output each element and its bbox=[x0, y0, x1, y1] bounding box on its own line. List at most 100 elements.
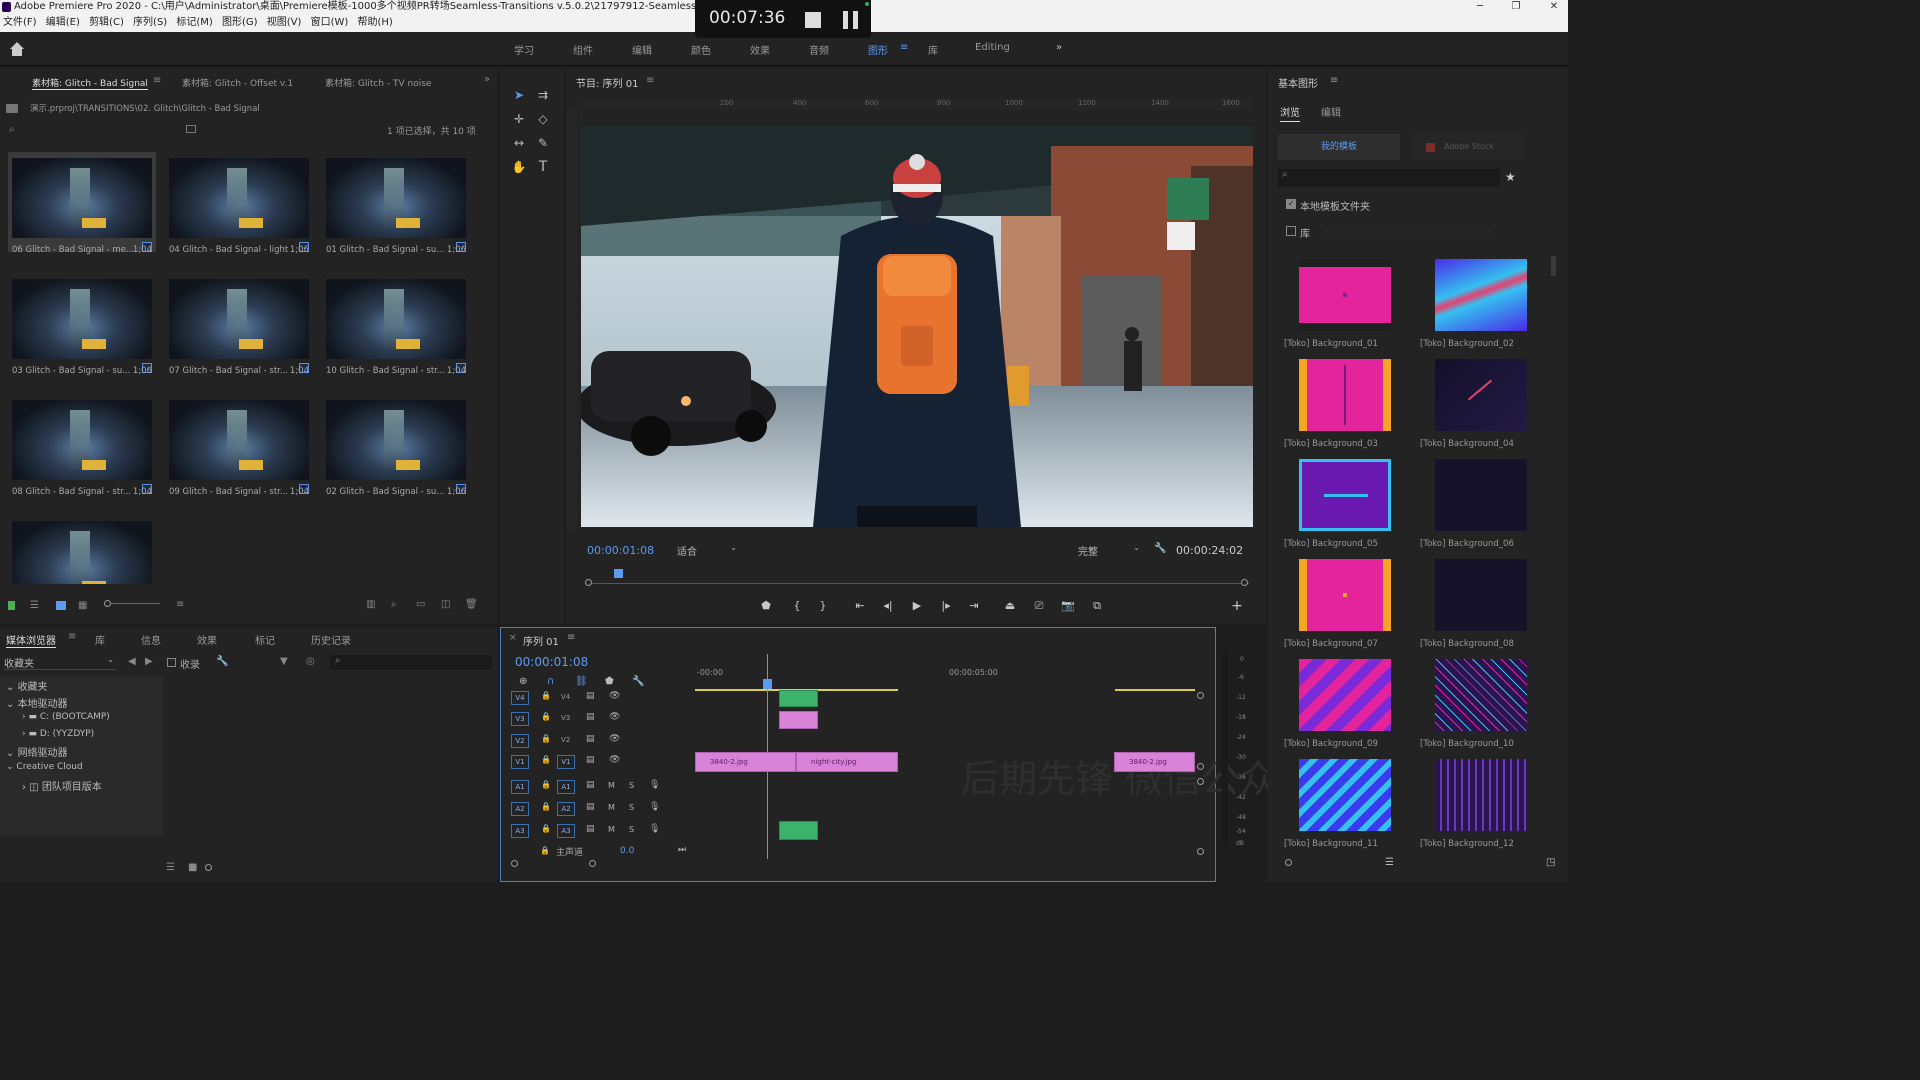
stop-recording-button[interactable] bbox=[805, 12, 821, 28]
sync-lock-icon[interactable]: ▤ bbox=[586, 755, 595, 765]
tree-item-creative-cloud[interactable]: ⌄ Creative Cloud bbox=[6, 762, 83, 772]
go-to-in-icon[interactable]: ⇤ bbox=[852, 598, 868, 614]
bin-item[interactable]: 03 Glitch - Bad Signal - su... 1;06 bbox=[8, 273, 156, 376]
track-target[interactable]: V3 bbox=[511, 712, 529, 726]
bin-item[interactable]: 07 Glitch - Bad Signal - str... 1;04 bbox=[165, 273, 313, 376]
menu-marker[interactable]: 标记(M) bbox=[173, 14, 215, 32]
mute-button[interactable]: M bbox=[608, 781, 615, 790]
mark-out-icon[interactable]: } bbox=[815, 598, 831, 614]
timeline-settings-icon[interactable]: 🔧 bbox=[632, 676, 644, 687]
sync-lock-icon[interactable]: ▤ bbox=[586, 691, 595, 701]
workspace-editing-en[interactable]: Editing bbox=[975, 42, 1010, 53]
play-icon[interactable]: ▶ bbox=[909, 598, 925, 614]
trash-icon[interactable]: 🗑 bbox=[465, 599, 478, 610]
freeform-view-icon[interactable]: ▦ bbox=[78, 600, 87, 611]
solo-button[interactable]: S bbox=[629, 825, 634, 834]
vertical-scroll-handle[interactable] bbox=[1197, 778, 1204, 785]
mark-in-icon[interactable]: { bbox=[789, 598, 805, 614]
eye-icon[interactable]: 👁 bbox=[609, 755, 620, 765]
step-forward-icon[interactable]: |▸ bbox=[938, 598, 954, 614]
step-back-icon[interactable]: ◂| bbox=[880, 598, 896, 614]
microphone-icon[interactable]: 🎙 bbox=[649, 780, 660, 790]
lock-icon[interactable]: 🔒 bbox=[541, 734, 551, 743]
snap-icon[interactable]: ∩ bbox=[547, 676, 554, 687]
vertical-scroll-handle[interactable] bbox=[1197, 848, 1204, 855]
comparison-view-icon[interactable]: ⧉ bbox=[1089, 598, 1105, 614]
expand-panels-icon[interactable]: » bbox=[484, 74, 490, 85]
sync-lock-icon[interactable]: ▤ bbox=[586, 712, 595, 722]
adobe-stock-button[interactable]: Adobe Stock bbox=[1412, 134, 1522, 160]
lock-icon[interactable]: 🔒 bbox=[541, 780, 551, 789]
scrollbar-thumb[interactable] bbox=[1551, 256, 1556, 276]
source-patch[interactable]: A1 bbox=[557, 780, 575, 794]
filter-icon[interactable]: ▼ bbox=[280, 656, 288, 667]
template-item[interactable]: [Toko] Background_03 bbox=[1279, 359, 1409, 455]
lock-icon[interactable]: 🔒 bbox=[541, 824, 551, 833]
new-item-icon[interactable]: ◫ bbox=[441, 599, 450, 610]
tab-browse[interactable]: 浏览 bbox=[1280, 104, 1300, 122]
star-icon[interactable]: ★ bbox=[1505, 170, 1516, 184]
v3-overlay-clip[interactable] bbox=[779, 711, 818, 729]
microphone-icon[interactable]: 🎙 bbox=[649, 802, 660, 812]
list-view-icon[interactable]: ☰ bbox=[30, 600, 39, 611]
razor-tool-icon[interactable]: ◇ bbox=[534, 110, 552, 128]
template-item[interactable]: [Toko] Background_01 bbox=[1279, 259, 1409, 355]
home-icon[interactable] bbox=[9, 42, 25, 56]
tab-markers[interactable]: 标记 bbox=[255, 632, 275, 647]
bin-item[interactable]: 04 Glitch - Bad Signal - light 1;06 bbox=[165, 152, 313, 255]
ingest-checkbox[interactable] bbox=[167, 658, 176, 667]
view-icon[interactable]: ◎ bbox=[306, 656, 315, 667]
wrench-icon[interactable]: 🔧 bbox=[216, 656, 228, 667]
tab-history[interactable]: 历史记录 bbox=[311, 632, 351, 647]
tree-item-drive-d[interactable]: › ▬ D: (YYZDYP) bbox=[22, 729, 94, 739]
template-item[interactable]: [Toko] Background_06 bbox=[1415, 459, 1545, 555]
local-folder-checkbox[interactable]: ✓ bbox=[1286, 199, 1296, 209]
vertical-scroll-handle[interactable] bbox=[1197, 763, 1204, 770]
more-workspaces-icon[interactable]: » bbox=[1056, 42, 1062, 53]
icon-view-icon[interactable] bbox=[56, 601, 66, 610]
bin-item[interactable]: 02 Glitch - Bad Signal - su... 1;06 bbox=[322, 394, 470, 497]
menu-file[interactable]: 文件(F) bbox=[0, 14, 40, 32]
sync-lock-icon[interactable]: ▤ bbox=[586, 824, 595, 834]
selection-tool-icon[interactable]: ➤ bbox=[510, 86, 528, 104]
tree-item-local-drives[interactable]: ⌄ 本地驱动器 bbox=[6, 695, 68, 710]
menu-edit[interactable]: 编辑(E) bbox=[43, 14, 83, 32]
workspace-graphics[interactable]: 图形 bbox=[868, 42, 888, 57]
mute-button[interactable]: M bbox=[608, 803, 615, 812]
ripple-edit-tool-icon[interactable]: ✛ bbox=[510, 110, 528, 128]
pause-recording-button[interactable] bbox=[843, 11, 859, 29]
library-dropdown[interactable] bbox=[1323, 228, 1493, 238]
bin-item[interactable]: 01 Glitch - Bad Signal - su... 1;06 bbox=[322, 152, 470, 255]
menu-window[interactable]: 窗口(W) bbox=[308, 14, 352, 32]
template-item[interactable]: [Toko] Background_10 bbox=[1415, 659, 1545, 755]
library-checkbox[interactable] bbox=[1286, 226, 1296, 236]
bin-item[interactable]: 10 Glitch - Bad Signal - str... 1;04 bbox=[322, 273, 470, 376]
lift-icon[interactable]: ⏏ bbox=[1002, 598, 1018, 614]
workspace-menu-icon[interactable]: ≡ bbox=[900, 42, 908, 53]
tab-bin-tv-noise[interactable]: 素材箱: Glitch - TV noise bbox=[325, 76, 431, 89]
tree-item-network-drives[interactable]: ⌄ 网络驱动器 bbox=[6, 744, 68, 759]
media-search-input[interactable]: ⌕ bbox=[330, 655, 492, 670]
mute-button[interactable]: M bbox=[608, 825, 615, 834]
menu-clip[interactable]: 剪辑(C) bbox=[86, 14, 127, 32]
minimize-button[interactable]: ─ bbox=[1470, 0, 1490, 14]
template-item[interactable]: [Toko] Background_05 bbox=[1279, 459, 1409, 555]
solo-button[interactable]: S bbox=[629, 803, 634, 812]
workspace-color[interactable]: 颜色 bbox=[691, 42, 711, 57]
workspace-learn[interactable]: 学习 bbox=[514, 42, 534, 57]
tree-item-team-projects[interactable]: › ◫ 团队项目版本 bbox=[22, 778, 102, 793]
template-search-input[interactable]: ⌕ bbox=[1278, 169, 1500, 187]
a3-audio-clip[interactable] bbox=[779, 821, 818, 840]
track-target[interactable]: V2 bbox=[511, 734, 529, 748]
mini-timeline-scrubber[interactable] bbox=[585, 569, 1249, 589]
workspace-assembly[interactable]: 组件 bbox=[573, 42, 593, 57]
settings-wrench-icon[interactable]: 🔧 bbox=[1154, 543, 1166, 554]
add-marker-icon[interactable]: ⬟ bbox=[605, 676, 614, 687]
menu-sequence[interactable]: 序列(S) bbox=[130, 14, 170, 32]
source-patch[interactable]: A3 bbox=[557, 824, 575, 838]
track-target[interactable]: A1 bbox=[511, 780, 529, 794]
hand-tool-icon[interactable]: ✋ bbox=[510, 158, 528, 176]
tab-libraries[interactable]: 库 bbox=[95, 632, 105, 647]
go-to-out-icon[interactable]: ⇥ bbox=[966, 598, 982, 614]
zoom-slider-thumb[interactable] bbox=[104, 600, 111, 607]
